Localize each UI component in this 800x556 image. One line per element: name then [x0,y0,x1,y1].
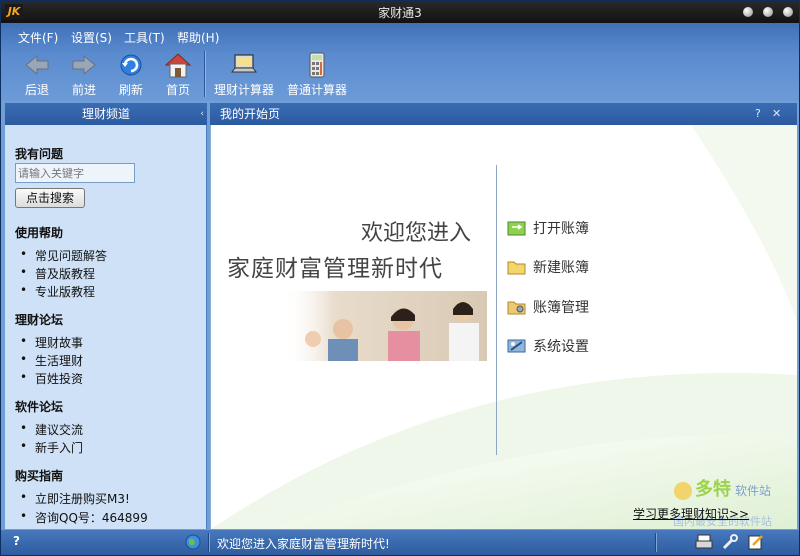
home-icon [164,53,192,78]
section-software-title: 软件论坛 [15,400,64,414]
watermark-brand: 多特 [695,478,731,500]
family-photo [283,291,487,361]
status-divider [208,533,209,552]
welcome-line-1: 欢迎您进入 [361,221,472,246]
new-book-label: 新建账簿 [533,260,589,276]
left-panel-title: 理财频道 [81,107,130,121]
status-bar: ? 欢迎您进入家庭财富管理新时代! [1,530,799,555]
link-qq-contact[interactable]: 咨询QQ号：464899 [20,509,148,526]
start-page: 欢迎您进入 家庭财富管理新时代 打开账簿 新建账簿 账簿管理 系统设置 多特 软… [210,125,797,529]
new-folder-icon [507,261,526,275]
edit-icon[interactable] [747,533,765,551]
section-forum-title: 理财论坛 [15,313,64,327]
welcome-line-2: 家庭财富管理新时代 [227,256,443,282]
link-pro-tutorial[interactable]: 专业版教程 [20,283,95,300]
link-life-finance[interactable]: 生活理财 [20,352,83,369]
forward-button[interactable]: 前进 [59,51,109,98]
status-divider-right [655,533,656,552]
minimize-button[interactable] [743,7,753,17]
finance-calculator-button[interactable]: 理财计算器 [211,51,277,98]
arrow-right-icon [72,54,96,76]
section-help-title: 使用帮助 [15,226,64,240]
menu-help[interactable]: 帮助(H) [177,29,219,46]
globe-icon[interactable] [185,534,201,550]
refresh-icon [120,54,142,76]
menu-tools[interactable]: 工具(T) [124,29,165,46]
toolbar-area: 文件(F) 设置(S) 工具(T) 帮助(H) 后退 前进 刷新 首页 理财计算… [1,23,799,101]
content-divider [496,165,497,455]
normal-calculator-button[interactable]: 普通计算器 [284,51,350,98]
back-button[interactable]: 后退 [12,51,62,98]
window-title: 家财通3 [378,6,422,20]
link-beginners[interactable]: 新手入门 [20,439,83,456]
link-faq[interactable]: 常见问题解答 [20,247,107,264]
laptop-icon [231,54,257,73]
search-input[interactable] [15,163,135,183]
finance-calculator-label: 理财计算器 [213,83,274,97]
status-message: 欢迎您进入家庭财富管理新时代! [217,537,390,551]
link-register-buy[interactable]: 立即注册购买M3! [20,490,130,507]
print-icon[interactable] [695,533,713,551]
close-tab-icon[interactable]: ✕ [772,103,781,125]
section-buy-title: 购买指南 [15,469,64,483]
help-icon[interactable]: ? [755,103,761,125]
section-question-title: 我有问题 [15,147,64,161]
title-bar[interactable]: JK 家财通3 [1,1,799,23]
back-label: 后退 [24,83,49,97]
left-panel: 我有问题 点击搜索 使用帮助 常见问题解答 普及版教程 专业版教程 理财论坛 理… [5,125,207,529]
menu-bar: 文件(F) 设置(S) 工具(T) 帮助(H) [1,25,799,47]
right-panel-title: 我的开始页 [220,107,281,121]
refresh-label: 刷新 [118,83,143,97]
close-button[interactable] [783,7,793,17]
menu-settings[interactable]: 设置(S) [71,29,112,46]
home-label: 首页 [165,83,190,97]
settings-icon [507,339,526,353]
link-finance-stories[interactable]: 理财故事 [20,334,83,351]
book-manage-icon [507,301,526,315]
collapse-left-icon[interactable]: ‹ [200,103,204,125]
app-window: JK 家财通3 文件(F) 设置(S) 工具(T) 帮助(H) 后退 前进 刷新… [0,0,800,556]
open-book-label: 打开账簿 [533,221,589,237]
toolbar-divider [204,51,205,97]
calculator-icon [309,52,325,78]
link-basic-tutorial[interactable]: 普及版教程 [20,265,95,282]
refresh-button[interactable]: 刷新 [106,51,156,98]
system-settings-label: 系统设置 [533,339,589,355]
watermark-sub: 软件站 [735,484,771,498]
link-suggestions[interactable]: 建议交流 [20,421,83,438]
tools-icon[interactable] [721,533,739,551]
link-investment[interactable]: 百姓投资 [20,370,83,387]
maximize-button[interactable] [763,7,773,17]
home-button[interactable]: 首页 [153,51,203,98]
left-panel-header: 理财频道 ‹ [5,103,207,125]
learn-more-link[interactable]: 学习更多理财知识>> [633,505,749,522]
search-button[interactable]: 点击搜索 [15,188,85,208]
right-panel-header: 我的开始页 ? ✕ [210,103,797,125]
status-help-icon[interactable]: ? [13,534,20,548]
book-manage-label: 账簿管理 [533,300,589,316]
forward-label: 前进 [71,83,96,97]
open-book-icon [507,221,526,236]
normal-calculator-label: 普通计算器 [286,83,347,97]
arrow-left-icon [25,54,49,76]
menu-file[interactable]: 文件(F) [18,29,58,46]
